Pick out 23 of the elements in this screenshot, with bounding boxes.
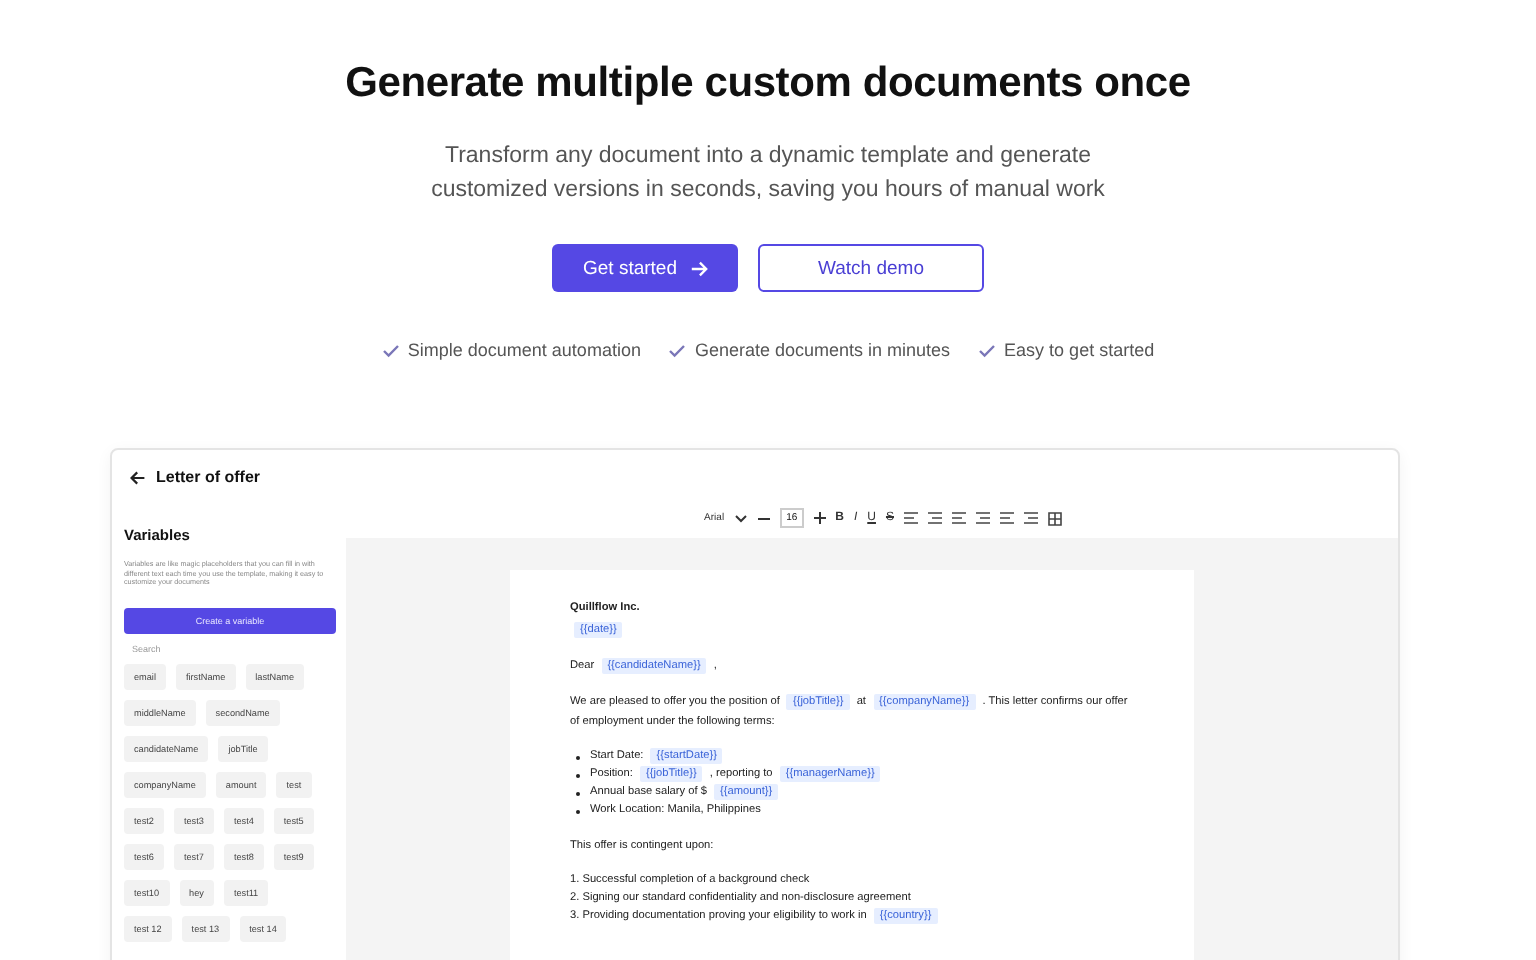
hero-subtitle: Transform any document into a dynamic template and generate customized versions in seconds, saving you hours of manual work <box>429 142 1107 206</box>
plus-icon[interactable] <box>813 512 826 524</box>
check-icon <box>668 343 687 357</box>
get-started-button[interactable]: Get started <box>552 244 738 292</box>
arrow-right-icon <box>689 259 707 277</box>
chevron-down-icon[interactable] <box>734 513 749 523</box>
document-title: Letter of offer <box>156 468 260 486</box>
table-icon[interactable] <box>1048 511 1062 525</box>
feature-text: Generate documents in minutes <box>694 340 951 360</box>
check-icon <box>381 343 400 357</box>
minus-icon[interactable] <box>758 515 771 521</box>
back-arrow-icon[interactable] <box>130 469 146 485</box>
align-lines-icon[interactable] <box>976 512 990 524</box>
align-lines-icon[interactable] <box>1024 512 1038 524</box>
align-lines-icon[interactable] <box>928 512 942 524</box>
check-icon <box>978 343 997 357</box>
align-lines-icon[interactable] <box>1000 512 1014 524</box>
align-lines-icon[interactable] <box>904 512 918 524</box>
feature-text: Easy to get started <box>1004 340 1155 360</box>
feature-text: Simple document automation <box>407 340 641 360</box>
watch-demo-button[interactable]: Watch demo <box>758 244 984 292</box>
align-lines-icon[interactable] <box>952 512 966 524</box>
hero-title: Generate multiple custom documents once <box>345 60 1191 108</box>
